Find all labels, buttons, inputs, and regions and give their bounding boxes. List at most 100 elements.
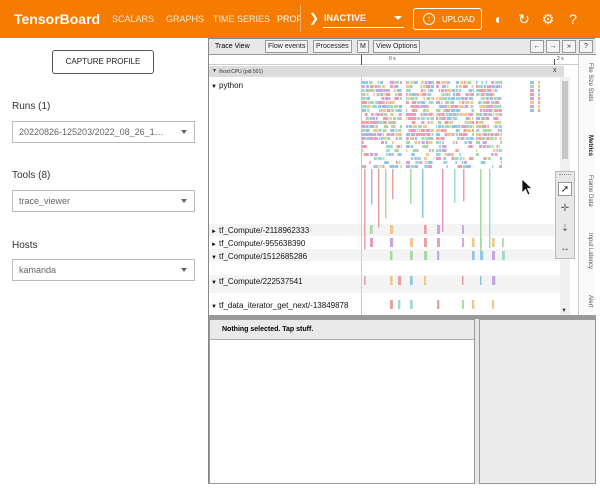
trace-slice[interactable] — [498, 109, 502, 112]
trace-slice[interactable] — [363, 153, 369, 156]
trace-slice[interactable] — [477, 125, 482, 128]
trace-slice[interactable] — [410, 157, 414, 160]
trace-slice[interactable] — [373, 157, 376, 160]
trace-slice[interactable] — [389, 145, 393, 148]
trace-slice[interactable] — [426, 97, 431, 100]
trace-slice[interactable] — [394, 105, 398, 108]
trace-slice[interactable] — [461, 97, 465, 100]
trace-slice[interactable] — [455, 129, 460, 132]
trace-slice[interactable] — [502, 251, 505, 260]
trace-slice[interactable] — [487, 133, 490, 136]
trace-slice[interactable] — [362, 145, 367, 148]
trace-slice[interactable] — [442, 141, 444, 144]
trace-slice[interactable] — [472, 238, 475, 247]
trace-slice[interactable] — [447, 153, 449, 156]
trace-slice[interactable] — [485, 81, 488, 84]
tab-graphs[interactable]: GRAPHS — [166, 14, 204, 24]
tab-time-series[interactable]: TIME SERIES — [213, 14, 270, 24]
trace-slice[interactable] — [408, 81, 410, 84]
trace-slice[interactable] — [370, 85, 374, 88]
trace-slice[interactable] — [436, 129, 441, 132]
trace-slice[interactable] — [424, 117, 426, 120]
trace-slice[interactable] — [441, 125, 444, 128]
trace-slice[interactable] — [398, 276, 402, 285]
trace-slice[interactable] — [365, 117, 367, 120]
trace-slice[interactable] — [414, 141, 418, 144]
trace-slice[interactable] — [452, 113, 457, 116]
trace-slice[interactable] — [385, 169, 387, 219]
trace-slice[interactable] — [387, 117, 389, 120]
trace-slice[interactable] — [373, 137, 378, 140]
trace-slice[interactable] — [437, 251, 440, 260]
trace-slice[interactable] — [375, 125, 378, 128]
trace-slice[interactable] — [425, 141, 429, 144]
trace-slice[interactable] — [486, 145, 489, 148]
trace-slice[interactable] — [394, 165, 399, 168]
trace-slice[interactable] — [437, 121, 442, 124]
trace-slice[interactable] — [363, 165, 367, 168]
trace-slice[interactable] — [391, 105, 393, 108]
trace-slice[interactable] — [406, 113, 411, 116]
trace-slice[interactable] — [372, 129, 378, 132]
trace-slice[interactable] — [478, 101, 481, 104]
trace-slice[interactable] — [436, 137, 440, 140]
trace-slice[interactable] — [373, 165, 378, 168]
trace-slice[interactable] — [530, 97, 534, 100]
trace-slice[interactable] — [368, 101, 370, 104]
trace-slice[interactable] — [439, 141, 442, 144]
trace-slice[interactable] — [487, 157, 491, 160]
trace-slice[interactable] — [397, 153, 401, 156]
trace-slice[interactable] — [393, 125, 396, 128]
trace-slice[interactable] — [492, 238, 495, 247]
trace-slice[interactable] — [492, 101, 495, 104]
trace-slice[interactable] — [485, 117, 489, 120]
trace-slice[interactable] — [381, 97, 385, 100]
trace-slice[interactable] — [460, 113, 462, 116]
trace-slice[interactable] — [395, 133, 400, 136]
trace-slice[interactable] — [383, 157, 385, 160]
trace-slice[interactable] — [395, 121, 397, 124]
trace-slice[interactable] — [406, 149, 408, 152]
trace-slice[interactable] — [392, 141, 394, 144]
trace-slice[interactable] — [497, 129, 500, 132]
trace-slice[interactable] — [480, 101, 482, 104]
trace-slice[interactable] — [431, 117, 434, 120]
trace-slice[interactable] — [444, 153, 447, 156]
trace-slice[interactable] — [390, 276, 393, 285]
trace-slice[interactable] — [489, 97, 493, 100]
trace-slice[interactable] — [426, 153, 430, 156]
trace-slice[interactable] — [436, 141, 440, 144]
flow-events-button[interactable]: Flow events — [265, 40, 309, 53]
trace-slice[interactable] — [419, 157, 421, 160]
trace-slice[interactable] — [461, 161, 464, 164]
trace-slice[interactable] — [410, 300, 413, 309]
trace-slice[interactable] — [391, 153, 394, 156]
trace-slice[interactable] — [362, 125, 366, 128]
trace-slice[interactable] — [426, 133, 431, 136]
trace-slice[interactable] — [424, 81, 428, 84]
trace-slice[interactable] — [468, 93, 471, 96]
trace-slice[interactable] — [455, 149, 459, 152]
trace-slice[interactable] — [432, 137, 434, 140]
trace-slice[interactable] — [390, 225, 394, 234]
trace-slice[interactable] — [414, 157, 417, 160]
trace-slice[interactable] — [414, 105, 420, 108]
trace-slice[interactable] — [500, 81, 502, 84]
process-header[interactable]: ▼ /host:CPU (pid 501) x — [209, 66, 564, 77]
trace-slice[interactable] — [420, 133, 423, 136]
trace-slice[interactable] — [483, 133, 488, 136]
trace-slice[interactable] — [422, 145, 424, 148]
processes-button[interactable]: Processes — [313, 40, 352, 53]
trace-slice[interactable] — [423, 97, 426, 100]
trace-slice[interactable] — [398, 137, 402, 140]
trace-slice[interactable] — [408, 129, 411, 132]
trace-slice[interactable] — [399, 97, 402, 100]
trace-slice[interactable] — [476, 133, 480, 136]
trace-slice[interactable] — [472, 129, 474, 132]
trace-slice[interactable] — [485, 101, 490, 104]
trace-slice[interactable] — [458, 125, 461, 128]
trace-slice[interactable] — [462, 276, 464, 285]
trace-slice[interactable] — [442, 149, 447, 152]
trace-slice[interactable] — [410, 133, 416, 136]
trace-slice[interactable] — [495, 81, 500, 84]
